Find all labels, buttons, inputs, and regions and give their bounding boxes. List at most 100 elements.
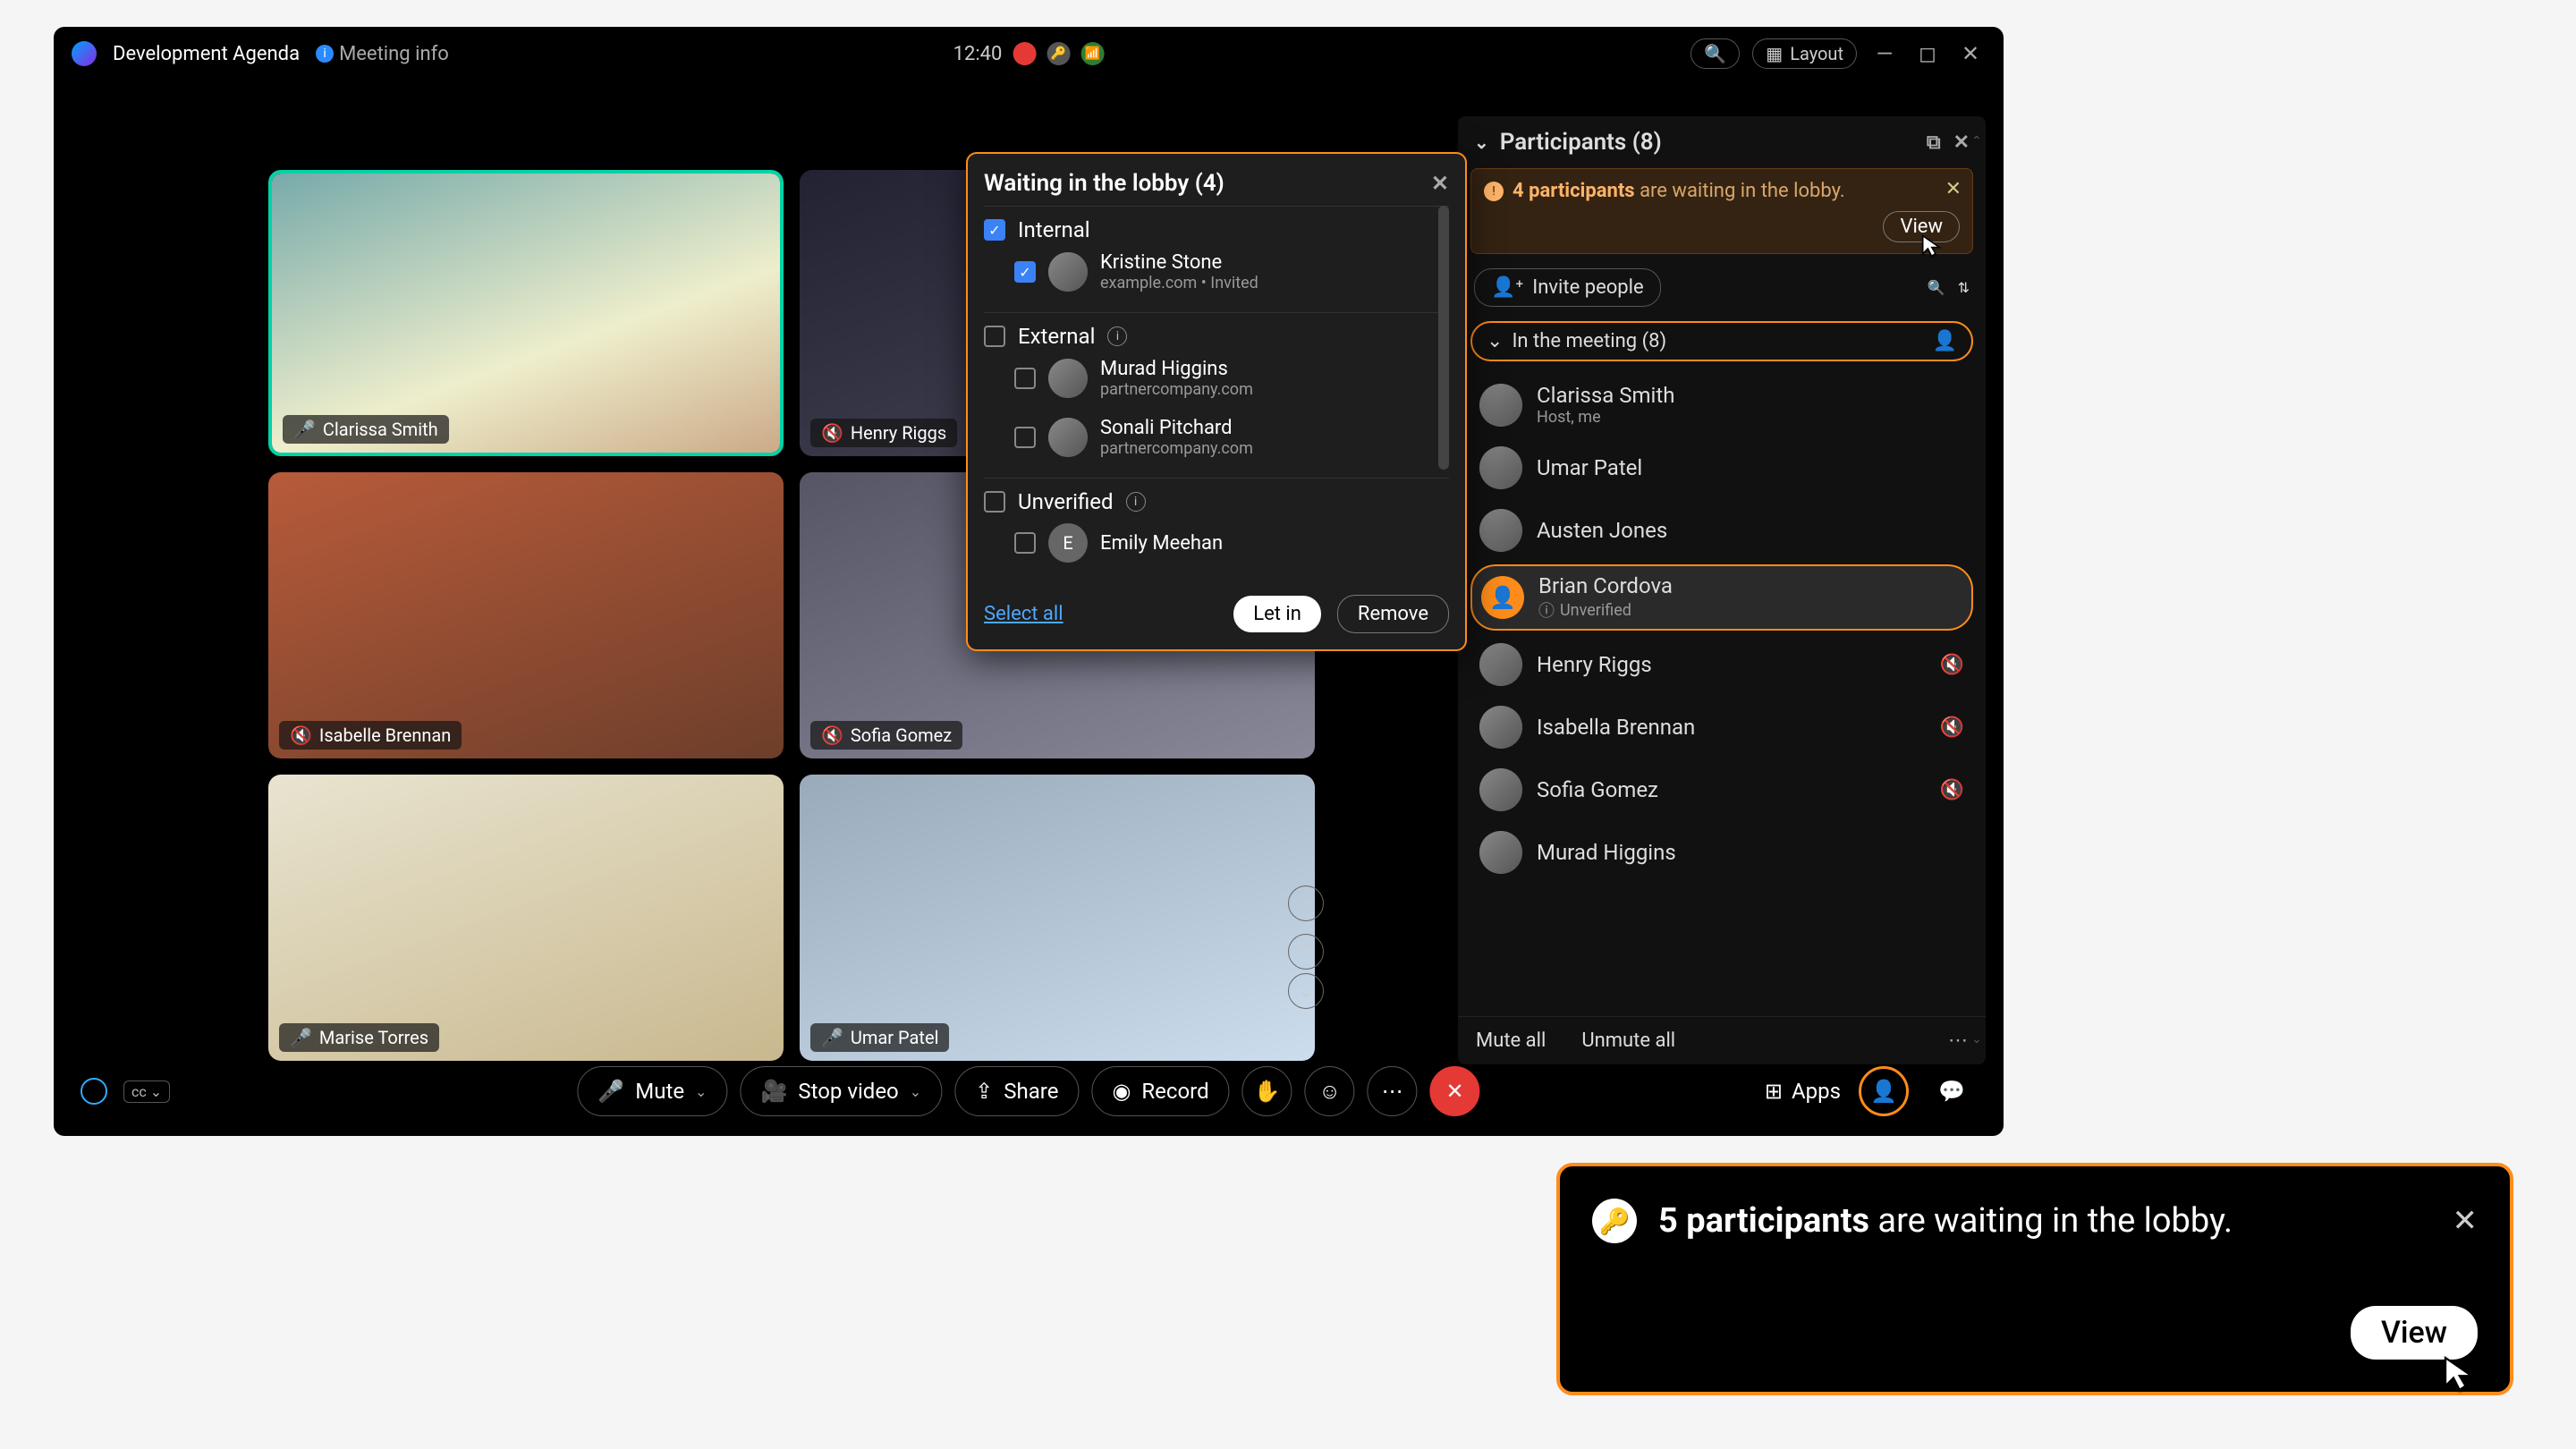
participant-row[interactable]: Umar Patel [1470,439,1973,496]
participant-row[interactable]: Sofia Gomez 🔇 [1470,761,1973,818]
close-toast-button[interactable]: ✕ [2453,1203,2479,1239]
chevron-down-icon[interactable]: ⌄ [1474,131,1489,153]
apps-button[interactable]: ⊞ Apps [1765,1079,1841,1104]
participants-button[interactable]: 👤 [1859,1066,1909,1116]
participant-row[interactable]: Austen Jones [1470,502,1973,559]
search-icon: 🔍 [1704,43,1726,64]
search-participants-button[interactable]: 🔍 [1928,279,1945,296]
camera-icon: 🎥 [760,1079,787,1104]
share-button[interactable]: ⇪ Share [954,1066,1079,1116]
info-icon: i [316,45,334,63]
mic-muted-icon: 🔇 [290,724,312,746]
meeting-window: Development Agenda i Meeting info 12:40 … [54,27,2004,1136]
chevron-down-icon: ⌄ [1487,330,1503,352]
clock: 12:40 [953,43,1003,65]
in-meeting-section[interactable]: ⌄ In the meeting (8) 👤 [1470,321,1973,361]
lobby-person-row[interactable]: E Emily Meehan [984,514,1449,572]
scroll-up-button[interactable]: ⌃ [1288,934,1324,970]
select-all-link[interactable]: Select all [984,603,1063,625]
leave-meeting-button[interactable]: ✕ [1430,1066,1480,1116]
info-icon[interactable]: i [1107,326,1127,346]
self-view-icon[interactable] [80,1078,107,1105]
scrollbar[interactable]: ⌃⌄ [1971,116,1980,1064]
checkbox[interactable]: ✓ [984,219,1005,241]
chat-button[interactable]: 💬 [1927,1066,1977,1116]
participant-row[interactable]: 👤 Brian Cordova ⓘUnverified [1470,564,1973,631]
maximize-button[interactable]: ◻ [1912,38,1943,69]
video-tile[interactable]: 🎤 Umar Patel [800,775,1315,1061]
participant-name-label: 🎤 Clarissa Smith [283,415,449,444]
lobby-group-header[interactable]: Unverified i [984,489,1449,514]
reactions-button[interactable]: ☺ [1305,1066,1355,1116]
video-tile[interactable]: 🎤 Clarissa Smith [268,170,784,456]
checkbox[interactable] [1014,532,1036,554]
video-feed [800,775,1315,1061]
participant-row[interactable]: Murad Higgins [1470,824,1973,881]
meeting-info-link[interactable]: i Meeting info [316,43,449,65]
minimize-button[interactable]: — [1869,38,1900,69]
participants-panel: ⌄ Participants (8) ⧉ ✕ ✕ ! 4 participant… [1458,116,1986,1064]
checkbox[interactable] [984,326,1005,347]
sort-participants-button[interactable]: ⇅ [1958,279,1970,296]
layout-button[interactable]: ▦ Layout [1752,38,1857,69]
stop-video-button[interactable]: 🎥 Stop video ⌄ [740,1066,942,1116]
panel-footer: Mute all Unmute all ⋯ [1458,1016,1986,1064]
panel-more-button[interactable]: ⋯ [1948,1030,1968,1052]
scroll-down-button[interactable]: ⌄ [1288,973,1324,1009]
mic-icon: 🎤 [821,1027,843,1048]
meeting-title: Development Agenda [113,43,300,65]
close-button[interactable]: ✕ [1955,38,1986,69]
recording-indicator-icon[interactable] [1013,42,1036,65]
toast-view-button[interactable]: View [2351,1306,2478,1360]
record-button[interactable]: ◉ Record [1091,1066,1229,1116]
video-tile[interactable]: 🎤 Marise Torres [268,775,784,1061]
avatar [1479,509,1522,552]
dismiss-alert-button[interactable]: ✕ [1945,178,1962,200]
lobby-alert: ✕ ! 4 participants are waiting in the lo… [1470,168,1973,254]
lobby-person-row[interactable]: Murad Higginspartnercompany.com [984,349,1449,408]
popout-icon[interactable]: ⧉ [1927,131,1941,154]
participant-row[interactable]: Clarissa Smith Host, me [1470,376,1973,434]
checkbox[interactable] [1014,427,1036,448]
cc-button[interactable]: cc ⌄ [123,1080,170,1103]
person-plus-icon: 👤⁺ [1491,276,1523,299]
cursor-icon [2442,1354,2482,1394]
promote-button[interactable]: ↑ [1288,886,1324,921]
participant-row[interactable]: Isabella Brennan 🔇 [1470,699,1973,756]
more-options-button[interactable]: ⋯ [1368,1066,1418,1116]
lobby-group-header[interactable]: ✓ Internal [984,217,1449,242]
close-panel-icon[interactable]: ✕ [1953,131,1970,154]
remove-button[interactable]: Remove [1337,595,1449,633]
lobby-person-row[interactable]: ✓ Kristine Stoneexample.com • Invited [984,242,1449,301]
info-icon[interactable]: i [1126,492,1146,512]
mute-all-button[interactable]: Mute all [1476,1030,1546,1052]
person-alert-icon: 👤 [1933,330,1957,352]
invite-people-button[interactable]: 👤⁺ Invite people [1474,268,1661,307]
mute-button[interactable]: 🎤 Mute ⌄ [577,1066,727,1116]
titlebar: Development Agenda i Meeting info 12:40 … [54,27,2004,80]
lobby-scrollbar[interactable] [1438,206,1449,470]
encryption-icon[interactable]: 🔑 [1046,42,1070,65]
checkbox[interactable] [1014,368,1036,389]
raise-hand-button[interactable]: ✋ [1242,1066,1292,1116]
avatar [1479,768,1522,811]
video-tile[interactable]: 🔇 Isabelle Brennan [268,472,784,758]
close-lobby-button[interactable]: ✕ [1431,171,1449,196]
lobby-group-header[interactable]: External i [984,324,1449,349]
person-icon: 👤 [1870,1079,1897,1104]
lobby-person-row[interactable]: Sonali Pitchardpartnercompany.com [984,408,1449,467]
let-in-button[interactable]: Let in [1233,596,1321,632]
avatar [1048,418,1088,457]
checkbox[interactable] [984,491,1005,513]
avatar [1479,384,1522,427]
chevron-down-icon[interactable]: ⌄ [695,1083,707,1100]
avatar: 👤 [1481,576,1524,619]
panel-title: Participants (8) [1500,129,1662,156]
participant-row[interactable]: Henry Riggs 🔇 [1470,636,1973,693]
chevron-down-icon[interactable]: ⌄ [910,1083,921,1100]
view-lobby-button[interactable]: View [1883,211,1960,242]
search-button[interactable]: 🔍 [1690,38,1740,69]
network-signal-icon[interactable]: 📶 [1080,42,1104,65]
checkbox[interactable]: ✓ [1014,261,1036,283]
unmute-all-button[interactable]: Unmute all [1581,1030,1675,1052]
